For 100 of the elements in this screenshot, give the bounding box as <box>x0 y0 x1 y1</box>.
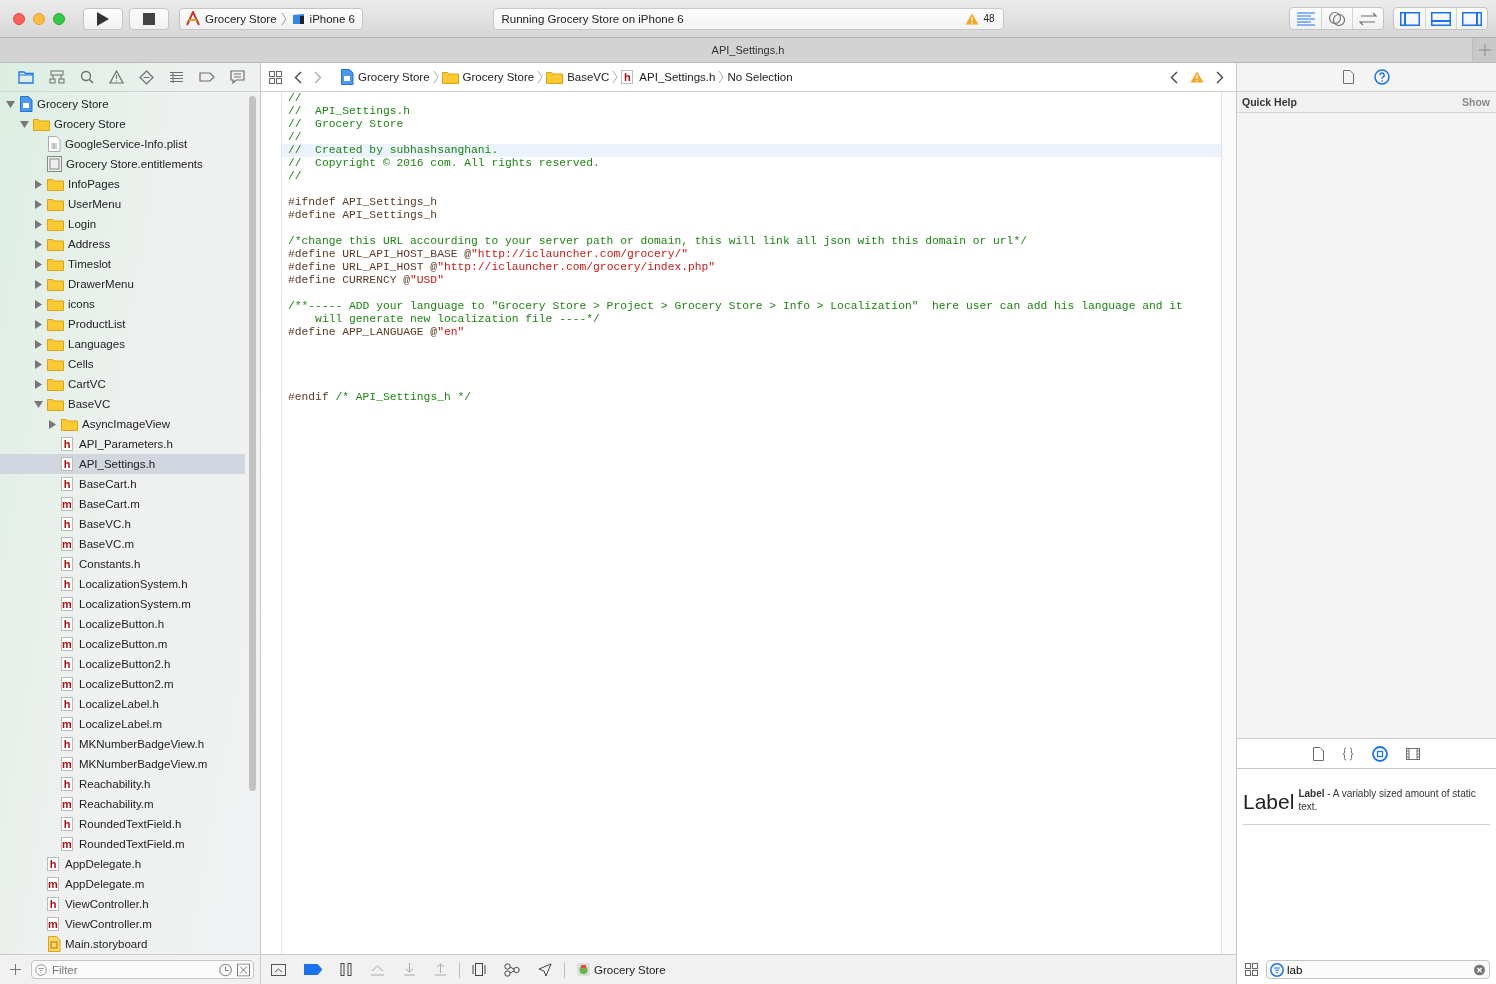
file-tree-item[interactable]: icons <box>0 294 245 314</box>
file-tree-item[interactable]: ProductList <box>0 314 245 334</box>
editor-mode-control[interactable] <box>1289 7 1384 30</box>
file-tree-item[interactable]: m ViewController.m <box>0 914 245 934</box>
path-item[interactable]: Grocery Store <box>358 71 430 83</box>
file-tree-item[interactable]: m LocalizeLabel.m <box>0 714 245 734</box>
location-icon[interactable] <box>538 962 552 977</box>
file-tree-item[interactable]: h BaseCart.h <box>0 474 245 494</box>
plus-icon[interactable] <box>10 964 21 975</box>
file-tree-item[interactable]: h LocalizeLabel.h <box>0 694 245 714</box>
clock-icon[interactable] <box>219 963 232 976</box>
warning-count: 48 <box>983 13 995 24</box>
warning-icon[interactable] <box>108 70 124 84</box>
file-icon: m <box>61 497 73 511</box>
file-tree-item[interactable]: GoogleService-Info.plist <box>0 134 245 154</box>
clear-icon[interactable] <box>1474 964 1485 975</box>
scheme-selector[interactable]: Grocery Store iPhone 6 <box>179 7 363 30</box>
file-tree-item[interactable]: h RoundedTextField.h <box>0 814 245 834</box>
file-tree-item[interactable]: m LocalizationSystem.m <box>0 594 245 614</box>
file-tree-item[interactable]: Timeslot <box>0 254 245 274</box>
file-tree-item[interactable]: Login <box>0 214 245 234</box>
file-tree-item[interactable]: Main.storyboard <box>0 934 245 954</box>
scrollbar[interactable] <box>249 96 256 791</box>
warning-icon[interactable] <box>1190 71 1204 83</box>
file-tree-item[interactable]: Grocery Store.entitlements <box>0 154 245 174</box>
file-tree-item[interactable]: h API_Settings.h <box>0 454 245 474</box>
file-tree-item[interactable]: h BaseVC.h <box>0 514 245 534</box>
back-icon[interactable] <box>294 70 302 84</box>
file-tree-item[interactable]: Address <box>0 234 245 254</box>
hierarchy-icon[interactable] <box>48 70 65 84</box>
file-tree-item[interactable]: UserMenu <box>0 194 245 214</box>
file-tree-item[interactable]: h MKNumberBadgeView.h <box>0 734 245 754</box>
close-button[interactable] <box>13 12 25 25</box>
file-tree-item[interactable]: Grocery Store <box>0 114 245 134</box>
file-tree-item[interactable]: DrawerMenu <box>0 274 245 294</box>
tab-title[interactable]: API_Settings.h <box>711 44 785 56</box>
path-item[interactable]: BaseVC <box>567 71 610 83</box>
file-tree-item[interactable]: m BaseVC.m <box>0 534 245 554</box>
path-item[interactable]: No Selection <box>727 71 793 83</box>
file-tree-item[interactable]: AsyncImageView <box>0 414 245 434</box>
file-tree-item[interactable]: InfoPages <box>0 174 245 194</box>
path-item[interactable]: API_Settings.h <box>639 71 716 83</box>
file-tree-item[interactable]: m LocalizeButton.m <box>0 634 245 654</box>
pause-icon[interactable] <box>340 963 352 976</box>
file-tree-item[interactable]: m MKNumberBadgeView.m <box>0 754 245 774</box>
code-line: #define APP_LANGUAGE @"en" <box>288 326 465 338</box>
process-name[interactable]: Grocery Store <box>594 963 666 976</box>
search-field[interactable]: lab <box>1266 960 1490 979</box>
file-tree-item[interactable]: m AppDelegate.m <box>0 874 245 894</box>
list-icon[interactable] <box>168 71 184 83</box>
folder-icon[interactable] <box>17 70 34 84</box>
panel-icon <box>1431 11 1451 26</box>
file-icon: h <box>61 577 73 591</box>
file-tree-item[interactable]: CartVC <box>0 374 245 394</box>
file-tree-item[interactable]: Languages <box>0 334 245 354</box>
collapsed-triangle-icon[interactable] <box>48 419 57 429</box>
file-tree-item[interactable]: Cells <box>0 354 245 374</box>
diamond-icon[interactable] <box>138 69 154 85</box>
breakpoint-icon[interactable] <box>304 964 322 975</box>
grid-icon[interactable] <box>269 70 282 84</box>
file-tree-item[interactable]: h LocalizeButton2.h <box>0 654 245 674</box>
view-hierarchy-icon[interactable] <box>472 963 486 976</box>
file-tree-item[interactable]: m LocalizeButton2.m <box>0 674 245 694</box>
back-icon[interactable] <box>1170 70 1178 84</box>
document-icon[interactable] <box>1343 70 1354 84</box>
object-icon[interactable] <box>1372 745 1388 762</box>
forward-icon[interactable] <box>1216 70 1224 84</box>
file-tree-item[interactable]: h LocalizationSystem.h <box>0 574 245 594</box>
step-out-icon[interactable] <box>434 963 447 976</box>
expanded-triangle-icon[interactable] <box>34 399 43 409</box>
run-button[interactable] <box>83 7 123 30</box>
filter-field[interactable]: Filter <box>31 960 254 979</box>
memory-graph-icon[interactable] <box>504 962 520 977</box>
step-in-icon[interactable] <box>403 963 416 976</box>
file-tree-item[interactable]: Grocery Store <box>0 94 245 114</box>
braces-icon[interactable] <box>1342 746 1354 761</box>
file-tree-item[interactable]: m RoundedTextField.m <box>0 834 245 854</box>
film-icon[interactable] <box>1406 747 1420 760</box>
file-tree-item[interactable]: BaseVC <box>0 394 245 414</box>
file-tree-item[interactable]: h LocalizeButton.h <box>0 614 245 634</box>
file-tree-item[interactable]: h API_Parameters.h <box>0 434 245 454</box>
view-toggle-control[interactable] <box>1393 7 1488 30</box>
search-icon[interactable] <box>79 70 94 84</box>
grid-icon[interactable] <box>1245 963 1258 976</box>
file-tree-item[interactable]: h Reachability.h <box>0 774 245 794</box>
message-icon[interactable] <box>229 70 245 84</box>
console-toggle-icon[interactable] <box>271 963 286 976</box>
path-item[interactable]: Grocery Store <box>462 71 535 83</box>
box-icon[interactable] <box>237 963 250 976</box>
file-tree-item[interactable]: h AppDelegate.h <box>0 854 245 874</box>
file-tree-item[interactable]: m Reachability.m <box>0 794 245 814</box>
document-icon[interactable] <box>1313 746 1324 761</box>
zoom-button[interactable] <box>53 12 65 25</box>
file-tree-item[interactable]: m BaseCart.m <box>0 494 245 514</box>
help-icon[interactable] <box>1374 69 1390 85</box>
stop-button[interactable] <box>129 7 169 30</box>
file-tree-item[interactable]: h Constants.h <box>0 554 245 574</box>
file-icon: h <box>47 897 59 911</box>
file-tree-item[interactable]: h ViewController.h <box>0 894 245 914</box>
tag-icon[interactable] <box>198 72 215 82</box>
